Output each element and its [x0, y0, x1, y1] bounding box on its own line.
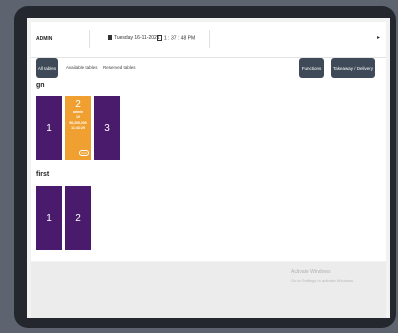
table-tile[interactable]: 1	[36, 96, 62, 160]
table-tile[interactable]: 1	[36, 186, 62, 250]
calendar-icon	[108, 35, 112, 41]
functions-button[interactable]: Functions	[299, 58, 324, 78]
table-tile[interactable]: 2	[65, 186, 91, 250]
date-display: Tuesday 16-11-2021	[108, 35, 160, 41]
divider	[209, 30, 210, 48]
tables-panel: All tables Available tables Reserved tab…	[31, 58, 386, 261]
table-number: 1	[46, 212, 52, 224]
app-screen: ADMIN Tuesday 16-11-2021 1 : 37 : 48 PM …	[27, 18, 390, 318]
time-text: 1 : 37 : 48 PM	[164, 35, 196, 42]
clock-icon	[157, 35, 162, 41]
tab-all-tables[interactable]: All tables	[36, 58, 58, 78]
tab-reserved-tables[interactable]: Reserved tables	[103, 65, 136, 70]
table-number: 3	[104, 122, 110, 134]
top-bar: ADMIN Tuesday 16-11-2021 1 : 37 : 48 PM …	[31, 22, 386, 58]
table-tile[interactable]: 3	[94, 96, 120, 160]
activate-windows-subtitle: Go to Settings to activate Windows.	[291, 278, 355, 283]
table-time: 11:43:29	[71, 125, 85, 130]
menu-toggle-icon[interactable]: ▸	[377, 34, 380, 41]
table-number: 1	[46, 122, 52, 134]
section-title: first	[36, 171, 50, 178]
activate-windows-title: Activate Windows	[291, 269, 331, 275]
table-number: 2	[75, 212, 81, 224]
divider	[89, 30, 90, 48]
section-title: gn	[36, 82, 45, 89]
takeaway-delivery-button[interactable]: Takeaway / Delivery	[331, 58, 375, 78]
table-number: 2	[75, 99, 81, 110]
invoice-badge: (Inv)	[79, 150, 89, 156]
time-display: 1 : 37 : 48 PM	[157, 35, 195, 41]
table-tile-occupied[interactable]: 2 admin 10 56,200,000 11:43:29 (Inv)	[65, 96, 91, 160]
date-text: Tuesday 16-11-2021	[114, 35, 160, 41]
tab-available-tables[interactable]: Available tables	[66, 65, 97, 70]
user-name: ADMIN	[36, 36, 53, 42]
footer-area	[31, 262, 386, 318]
